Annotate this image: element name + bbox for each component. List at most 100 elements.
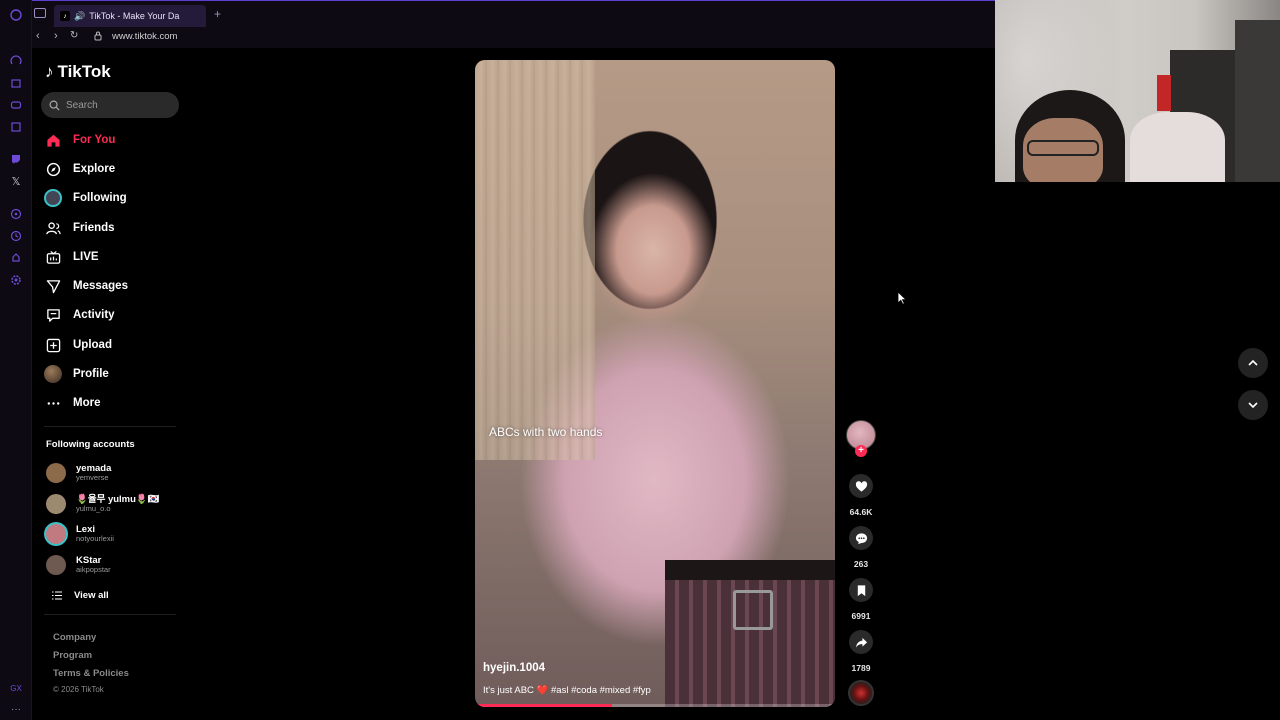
speaker-icon[interactable]: 🔊 — [74, 11, 85, 22]
avatar — [46, 524, 66, 544]
more-options-icon[interactable]: ··· — [9, 702, 23, 716]
url-field[interactable]: www.tiktok.com — [112, 31, 177, 42]
like-button[interactable] — [849, 474, 873, 498]
following-account-item[interactable]: yemada yemverse — [46, 460, 111, 486]
search-box[interactable] — [41, 92, 179, 118]
footer-company-link[interactable]: Company — [53, 632, 96, 643]
account-handle: yulmu_o.o — [76, 504, 111, 514]
settings-icon[interactable] — [9, 273, 23, 287]
like-count: 64.6K — [849, 507, 873, 517]
share-icon — [855, 637, 867, 648]
comment-button[interactable] — [849, 526, 873, 550]
following-account-item[interactable]: KStar aikpopstar — [46, 552, 111, 578]
view-all-link[interactable]: View all — [52, 590, 109, 601]
nav-activity[interactable]: Activity — [44, 304, 115, 326]
video-frame-buckle — [733, 590, 773, 630]
chevron-down-icon — [1248, 402, 1258, 409]
previous-video-button[interactable] — [1238, 348, 1268, 378]
nav-label: Messages — [73, 280, 128, 292]
reload-icon[interactable]: ↻ — [70, 30, 78, 41]
speed-dial-icon[interactable] — [9, 54, 23, 68]
nav-label: For You — [73, 134, 116, 146]
nav-for-you[interactable]: For You — [44, 129, 115, 151]
webcam-red-object — [1157, 75, 1171, 111]
discord-icon[interactable] — [9, 98, 23, 112]
nav-upload[interactable]: Upload — [44, 334, 112, 356]
copyright: © 2026 TikTok — [53, 685, 104, 694]
divider — [44, 426, 176, 427]
video-author[interactable]: hyejin.1004 — [483, 662, 545, 674]
account-handle: notyourlexii — [76, 534, 114, 544]
webcam-person-glasses — [1027, 140, 1099, 156]
following-account-item[interactable]: 🌷율무 yulmu🌷🇰🇷 yulmu_o.o — [46, 491, 160, 517]
home-icon — [44, 131, 62, 149]
mouse-cursor-icon — [897, 291, 907, 305]
nav-label: Following — [73, 192, 127, 204]
history-icon[interactable] — [9, 229, 23, 243]
profile-avatar-icon — [44, 365, 62, 383]
forward-button[interactable]: › — [54, 30, 58, 42]
upload-icon — [44, 336, 62, 354]
new-tab-button[interactable]: + — [214, 7, 221, 21]
address-bar: ‹ › ↻ www.tiktok.com — [32, 28, 995, 48]
share-button[interactable] — [849, 630, 873, 654]
nav-more[interactable]: More — [44, 392, 100, 414]
footer-terms-link[interactable]: Terms & Policies — [53, 668, 129, 679]
nav-messages[interactable]: Messages — [44, 275, 128, 297]
list-icon — [52, 591, 62, 600]
nav-following[interactable]: Following — [44, 187, 127, 209]
gx-corner-icon[interactable] — [9, 76, 23, 90]
player-icon[interactable] — [9, 207, 23, 221]
messages-icon — [44, 277, 62, 295]
next-video-button[interactable] — [1238, 390, 1268, 420]
tab-tiktok[interactable]: ♪ 🔊 TikTok - Make Your Da — [54, 5, 206, 27]
friends-icon — [44, 219, 62, 237]
twitch-icon[interactable] — [9, 152, 23, 166]
nav-live[interactable]: LIVE — [44, 246, 99, 268]
bookmark-button[interactable] — [849, 578, 873, 602]
tiktok-note-icon: ♪ — [45, 62, 54, 81]
comment-icon — [855, 532, 867, 544]
tiktok-sidebar: ♪ TikTok For You Explore Following Frien… — [32, 52, 182, 712]
follow-plus-button[interactable]: + — [855, 445, 867, 457]
bookmark-icon — [857, 584, 865, 596]
comment-count: 263 — [853, 559, 869, 569]
nav-explore[interactable]: Explore — [44, 158, 115, 180]
tab-title: TikTok - Make Your Da — [89, 11, 180, 21]
avatar — [46, 463, 66, 483]
back-button[interactable]: ‹ — [36, 30, 40, 42]
avatar — [46, 494, 66, 514]
live-icon — [44, 248, 62, 266]
music-disc-icon[interactable] — [848, 680, 874, 706]
video-frame-curtain — [475, 60, 595, 460]
video-description: It's just ABC ❤️ #asl #coda #mixed #fyp — [483, 685, 651, 696]
search-input[interactable] — [66, 99, 166, 111]
tiktok-logo[interactable]: ♪ TikTok — [45, 62, 111, 82]
tiktok-favicon-icon: ♪ — [60, 11, 70, 21]
nav-label: Activity — [73, 309, 115, 321]
account-handle: yemverse — [76, 473, 109, 483]
nav-label: More — [73, 397, 101, 409]
video-caption-overlay: ABCs with two hands — [489, 425, 603, 439]
nav-profile[interactable]: Profile — [44, 363, 109, 385]
nav-label: Explore — [73, 163, 116, 175]
tab-menu-icon[interactable] — [34, 8, 46, 18]
extensions-icon[interactable] — [9, 251, 23, 265]
logo-text: TikTok — [57, 62, 111, 81]
webcam-chair — [1130, 112, 1225, 182]
messenger-icon[interactable] — [9, 120, 23, 134]
chevron-up-icon — [1248, 359, 1258, 366]
video-progress-bar[interactable] — [475, 704, 835, 707]
gx-control-icon[interactable]: GX — [9, 681, 23, 695]
video-player[interactable]: ABCs with two hands hyejin.1004 It's jus… — [475, 60, 835, 707]
divider — [44, 614, 176, 615]
footer-program-link[interactable]: Program — [53, 650, 92, 661]
opera-logo-icon[interactable] — [9, 8, 23, 22]
more-icon — [44, 394, 62, 412]
following-account-item[interactable]: Lexi notyourlexii — [46, 521, 114, 547]
nav-friends[interactable]: Friends — [44, 217, 115, 239]
x-twitter-icon[interactable]: 𝕏 — [9, 174, 23, 188]
video-progress-fill — [475, 704, 612, 707]
activity-icon — [44, 306, 62, 324]
following-accounts-title: Following accounts — [46, 439, 135, 450]
